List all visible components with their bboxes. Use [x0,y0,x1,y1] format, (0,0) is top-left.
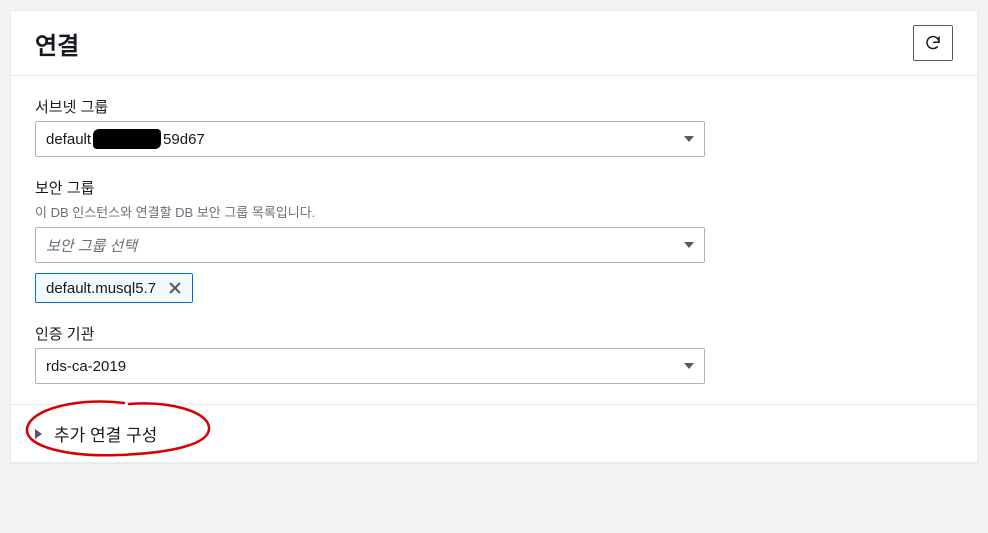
certificate-authority-select[interactable]: rds-ca-2019 [35,348,705,384]
panel-header: 연결 [11,11,977,76]
connectivity-panel: 연결 서브넷 그룹 default 59d67 보안 그룹 이 DB 인스턴스와… [10,10,978,463]
security-group-token-label: default.musql5.7 [46,280,156,297]
certificate-authority-label: 인증 기관 [35,323,953,344]
close-icon [169,282,181,294]
subnet-group-value-suffix: 59d67 [163,131,205,148]
certificate-authority-field: 인증 기관 rds-ca-2019 [35,323,953,384]
caret-down-icon [684,136,694,142]
additional-configuration-expander[interactable]: 추가 연결 구성 [11,404,977,462]
subnet-group-select-wrapper: default 59d67 [35,121,705,157]
refresh-button[interactable] [913,25,953,61]
panel-title: 연결 [35,26,79,61]
redacted-text [93,129,161,149]
security-group-select-wrapper: 보안 그룹 선택 [35,227,705,263]
security-group-description: 이 DB 인스턴스와 연결할 DB 보안 그룹 목록입니다. [35,202,953,221]
certificate-authority-value: rds-ca-2019 [46,358,126,375]
certificate-authority-select-wrapper: rds-ca-2019 [35,348,705,384]
caret-down-icon [684,242,694,248]
security-group-token: default.musql5.7 [35,273,193,303]
caret-right-icon [35,429,42,439]
security-group-select[interactable]: 보안 그룹 선택 [35,227,705,263]
panel-body: 서브넷 그룹 default 59d67 보안 그룹 이 DB 인스턴스와 연결… [11,76,977,462]
security-group-label: 보안 그룹 [35,177,953,198]
security-group-placeholder: 보안 그룹 선택 [46,235,137,256]
refresh-icon [924,34,942,52]
security-group-field: 보안 그룹 이 DB 인스턴스와 연결할 DB 보안 그룹 목록입니다. 보안 … [35,177,953,303]
subnet-group-field: 서브넷 그룹 default 59d67 [35,96,953,157]
remove-token-button[interactable] [166,279,184,297]
caret-down-icon [684,363,694,369]
subnet-group-label: 서브넷 그룹 [35,96,953,117]
additional-configuration-label: 추가 연결 구성 [54,421,157,446]
subnet-group-value-prefix: default [46,131,91,148]
subnet-group-select[interactable]: default 59d67 [35,121,705,157]
